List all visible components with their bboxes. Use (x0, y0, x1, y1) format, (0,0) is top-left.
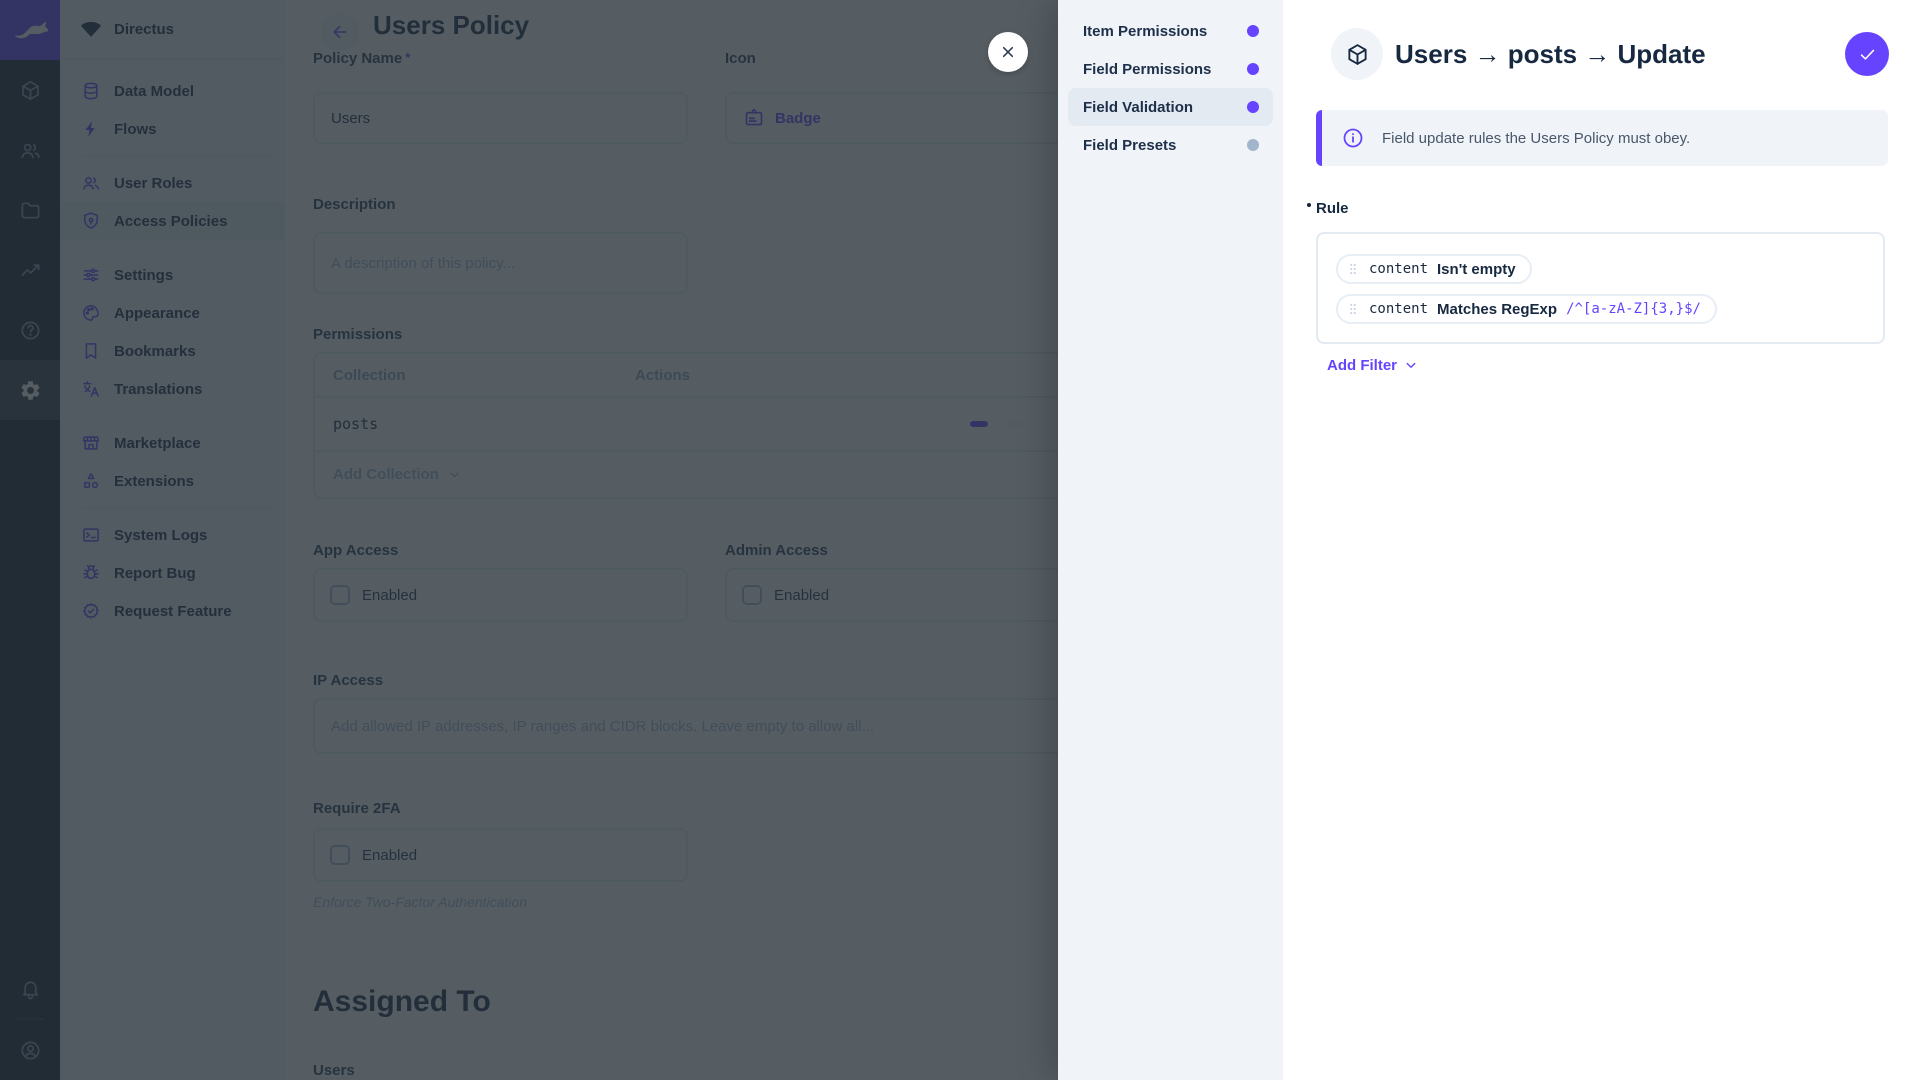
drawer-tab-label: Field Validation (1083, 99, 1247, 116)
drawer-content: Users → posts → Update Field update rule… (1283, 0, 1920, 1080)
close-drawer-button[interactable] (988, 32, 1028, 72)
modal-overlay[interactable] (0, 0, 1058, 1080)
info-icon (1341, 126, 1365, 150)
info-banner-text: Field update rules the Users Policy must… (1382, 130, 1690, 147)
drawer-sidebar: Item Permissions Field Permissions Field… (1058, 0, 1283, 1080)
filter-field-name[interactable]: content (1369, 301, 1428, 317)
drag-handle-icon[interactable] (1346, 262, 1360, 276)
filter-rule-row: content Matches RegExp /^[a-zA-Z]{3,}$/ (1336, 294, 1865, 324)
save-button[interactable] (1845, 32, 1889, 76)
drawer-header-avatar (1331, 28, 1383, 80)
filter-field-name[interactable]: content (1369, 261, 1428, 277)
close-icon (998, 42, 1018, 62)
edited-dot (1307, 203, 1311, 207)
filter-rule[interactable]: content Matches RegExp /^[a-zA-Z]{3,}$/ (1336, 294, 1717, 324)
check-icon (1857, 44, 1878, 65)
filter-value[interactable]: /^[a-zA-Z]{3,}$/ (1566, 301, 1701, 317)
drawer-title: Users → posts → Update (1395, 28, 1706, 80)
rule-label: Rule (1316, 200, 1349, 217)
drawer-tab-label: Item Permissions (1083, 23, 1247, 40)
drawer-tab[interactable]: Item Permissions (1068, 12, 1273, 50)
drawer-tab[interactable]: Field Validation (1068, 88, 1273, 126)
status-dot (1247, 25, 1259, 37)
rule-filter-box: content Isn't empty content Matches RegE… (1316, 232, 1885, 344)
filter-rule[interactable]: content Isn't empty (1336, 254, 1532, 284)
status-dot (1247, 63, 1259, 75)
status-dot (1247, 101, 1259, 113)
drag-handle-icon[interactable] (1346, 302, 1360, 316)
filter-operator[interactable]: Isn't empty (1437, 261, 1516, 278)
cube-icon (1345, 42, 1370, 67)
drawer-tab[interactable]: Field Presets (1068, 126, 1273, 164)
drawer-tab[interactable]: Field Permissions (1068, 50, 1273, 88)
chevron-down-icon (1402, 356, 1420, 374)
drawer-tab-label: Field Presets (1083, 137, 1247, 154)
status-dot (1247, 139, 1259, 151)
filter-rule-row: content Isn't empty (1336, 254, 1865, 284)
info-banner: Field update rules the Users Policy must… (1316, 110, 1888, 166)
drawer-tab-label: Field Permissions (1083, 61, 1247, 78)
permission-detail-drawer: Item Permissions Field Permissions Field… (1058, 0, 1920, 1080)
filter-operator[interactable]: Matches RegExp (1437, 301, 1557, 318)
add-filter-button[interactable]: Add Filter (1327, 356, 1420, 374)
